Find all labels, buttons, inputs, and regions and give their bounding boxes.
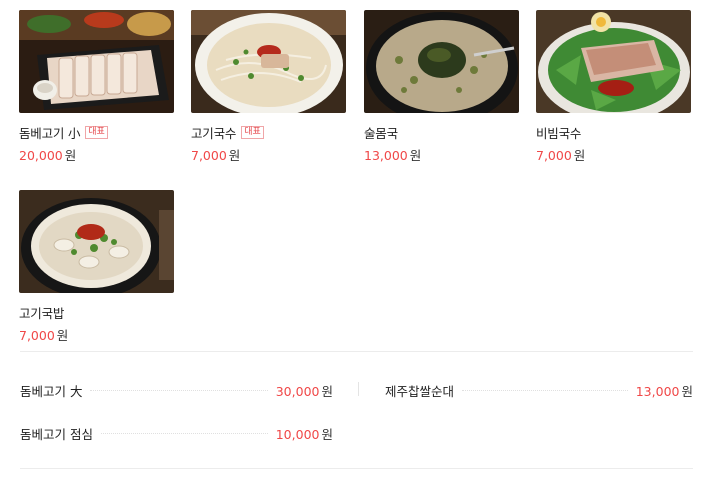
pork-rice-soup-photo[interactable]	[19, 190, 174, 293]
menu-card[interactable]: 고기국수 대표 7,000 원	[191, 10, 346, 164]
menu-card[interactable]: 비빔국수 7,000 원	[536, 10, 691, 164]
menu-price: 13,000 원	[635, 383, 693, 399]
dotted-leader	[100, 432, 268, 434]
menu-card[interactable]: 돔베고기 小 대표 20,000 원	[19, 10, 174, 164]
section-divider	[20, 351, 693, 352]
menu-price: 20,000 원	[19, 148, 77, 163]
menu-price: 7,000 원	[536, 148, 586, 163]
menu-name: 비빔국수	[536, 125, 582, 141]
boiled-pork-board-photo[interactable]	[19, 10, 174, 113]
dotted-leader	[462, 389, 628, 391]
spicy-noodle-photo[interactable]	[536, 10, 691, 113]
menu-name: 술몸국	[364, 125, 398, 141]
menu-price: 7,000 원	[191, 148, 241, 163]
menu-price: 10,000 원	[275, 426, 333, 442]
menu-card[interactable]: 술몸국 13,000 원	[364, 10, 519, 164]
pork-noodle-soup-photo[interactable]	[191, 10, 346, 113]
menu-name: 고기국밥	[19, 305, 65, 321]
list-item[interactable]: 돔베고기 大 30,000 원	[20, 380, 333, 400]
menu-price: 7,000 원	[19, 328, 69, 343]
signature-badge: 대표	[85, 125, 108, 139]
menu-price: 30,000 원	[275, 383, 333, 399]
dotted-leader	[90, 389, 268, 391]
menu-price: 13,000 원	[364, 148, 422, 163]
column-separator	[358, 382, 359, 396]
menu-name: 돔베고기 점심	[20, 426, 93, 442]
menu-name: 돔베고기 大	[20, 383, 83, 399]
menu-name: 돔베고기 小	[19, 125, 81, 141]
menu-card[interactable]: 고기국밥 7,000 원	[19, 190, 174, 344]
list-item[interactable]: 돔베고기 점심 10,000 원	[20, 423, 333, 443]
section-divider	[20, 468, 693, 469]
seaweed-stew-photo[interactable]	[364, 10, 519, 113]
menu-name: 고기국수	[191, 125, 237, 141]
menu-name: 제주찹쌀순대	[385, 383, 455, 399]
signature-badge: 대표	[241, 125, 264, 139]
list-item[interactable]: 제주찹쌀순대 13,000 원	[385, 380, 693, 400]
